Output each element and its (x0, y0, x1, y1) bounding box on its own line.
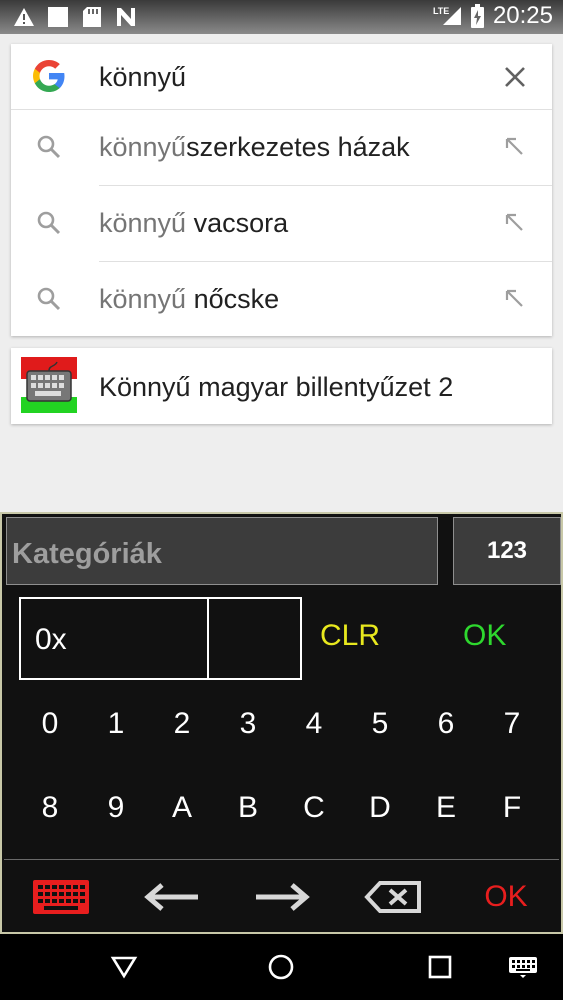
fill-query-arrow-icon[interactable] (502, 286, 526, 310)
key-0[interactable]: 0 (20, 694, 80, 754)
search-card: könnyű könnyűszerkezetes házak könnyű va… (11, 44, 552, 336)
suggestion-item[interactable]: könnyűszerkezetes házak (11, 110, 552, 186)
suggestion-prefix: könnyű (99, 284, 187, 314)
square-icon (46, 5, 70, 29)
key-c[interactable]: C (284, 778, 344, 838)
ok-bottom-button[interactable]: OK (472, 869, 540, 925)
key-7[interactable]: 7 (482, 694, 542, 754)
recents-icon[interactable] (424, 951, 456, 983)
signal-icon: LTE (433, 4, 463, 28)
numeric-mode-button[interactable]: 123 (453, 517, 561, 585)
suggestion-item[interactable]: könnyű vacsora (11, 186, 552, 262)
navigation-bar (0, 934, 563, 1000)
suggestion-text: könnyű vacsora (99, 208, 288, 239)
key-6[interactable]: 6 (416, 694, 476, 754)
search-icon (35, 285, 63, 313)
key-e[interactable]: E (416, 778, 476, 838)
key-d[interactable]: D (350, 778, 410, 838)
keyboard-switch-icon[interactable] (30, 869, 92, 925)
fill-query-arrow-icon[interactable] (502, 210, 526, 234)
key-2[interactable]: 2 (152, 694, 212, 754)
cursor-right-icon[interactable] (252, 869, 314, 925)
status-time: 20:25 (492, 2, 553, 29)
suggestion-completion: vacsora (186, 208, 289, 238)
key-3[interactable]: 3 (218, 694, 278, 754)
hex-keyboard: Kategóriák 123 0x CLR OK 0 1 2 3 4 5 6 7… (0, 512, 563, 934)
search-icon (35, 133, 63, 161)
key-5[interactable]: 5 (350, 694, 410, 754)
home-icon[interactable] (265, 951, 297, 983)
hex-input-value: 0x (35, 623, 67, 656)
suggestion-text: könnyűszerkezetes házak (99, 132, 410, 163)
key-8[interactable]: 8 (20, 778, 80, 838)
categories-label: Kategóriák (12, 538, 162, 570)
app-result-card[interactable]: Könnyű magyar billentyűzet 2 (11, 348, 552, 424)
clear-icon[interactable] (500, 62, 530, 92)
search-query[interactable]: könnyű (99, 62, 186, 93)
suggestion-completion: nőcske (186, 284, 280, 314)
keyboard-switch-icon[interactable] (504, 951, 542, 983)
back-icon[interactable] (108, 951, 140, 983)
categories-bar[interactable]: Kategóriák (6, 517, 438, 585)
key-9[interactable]: 9 (86, 778, 146, 838)
key-4[interactable]: 4 (284, 694, 344, 754)
google-logo-icon (31, 58, 67, 94)
suggestion-item[interactable]: könnyű nőcske (11, 262, 552, 338)
key-f[interactable]: F (482, 778, 542, 838)
status-bar: LTE 20:25 (0, 0, 563, 34)
divider (207, 599, 209, 678)
suggestion-text: könnyű nőcske (99, 284, 279, 315)
suggestion-prefix: könnyű (99, 132, 187, 162)
key-b[interactable]: B (218, 778, 278, 838)
suggestion-prefix: könnyű (99, 208, 187, 238)
backspace-icon[interactable] (362, 869, 424, 925)
warning-icon (12, 5, 36, 29)
search-icon (35, 209, 63, 237)
suggestion-completion: szerkezetes házak (186, 132, 410, 162)
key-a[interactable]: A (152, 778, 212, 838)
cursor-left-icon[interactable] (140, 869, 202, 925)
divider (4, 859, 559, 860)
ok-button[interactable]: OK (463, 619, 506, 653)
no-signal-icon (114, 5, 138, 29)
search-bar: könnyű (11, 44, 552, 110)
app-name: Könnyű magyar billentyűzet 2 (99, 372, 454, 402)
sd-card-icon (80, 5, 104, 29)
clr-button[interactable]: CLR (320, 619, 380, 653)
key-1[interactable]: 1 (86, 694, 146, 754)
keyboard-app-icon (21, 357, 77, 413)
fill-query-arrow-icon[interactable] (502, 134, 526, 158)
hex-input-field[interactable]: 0x (19, 597, 302, 680)
battery-charging-icon (471, 4, 485, 28)
network-type-label: LTE (432, 6, 450, 16)
